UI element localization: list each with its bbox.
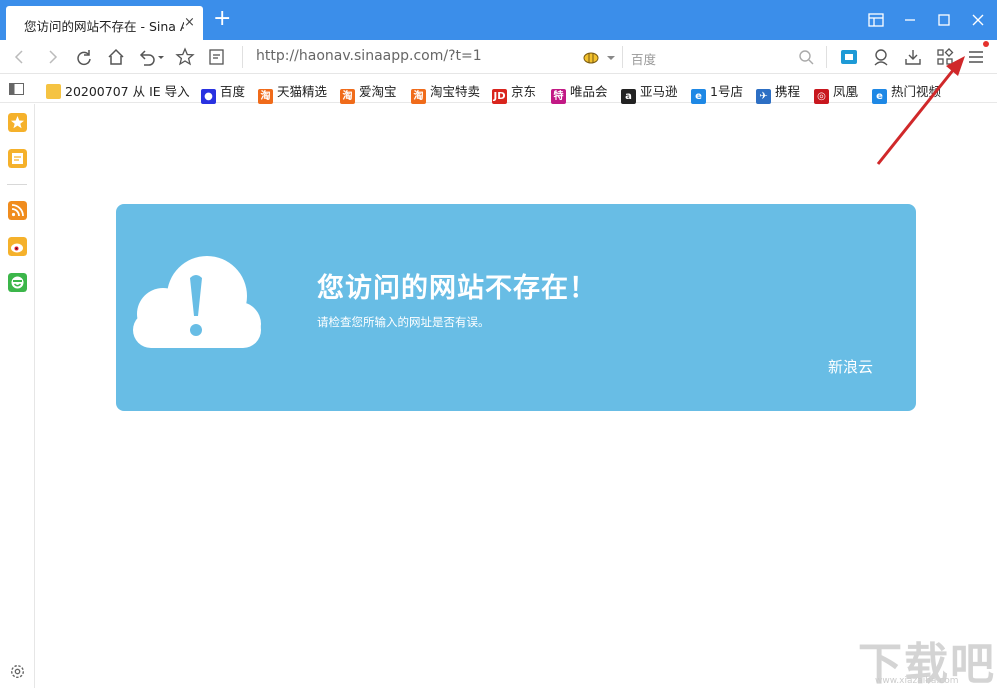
bookmark-item[interactable]: ● 百度 bbox=[201, 81, 246, 104]
bookmark-item[interactable]: 淘爱淘宝 bbox=[340, 81, 397, 104]
vip-icon: 特 bbox=[551, 89, 566, 104]
rss-icon[interactable] bbox=[8, 201, 27, 220]
tab-close-button[interactable]: × bbox=[184, 15, 195, 30]
annotation-arrow bbox=[876, 56, 965, 165]
divider bbox=[826, 46, 827, 68]
divider bbox=[242, 46, 243, 68]
tab-list-icon[interactable] bbox=[866, 10, 886, 30]
amazon-icon: a bbox=[621, 89, 636, 104]
maximize-icon[interactable] bbox=[934, 10, 954, 30]
bookmarks-bar: 20200707 从 IE 导入 ● 百度淘天猫精选淘爱淘宝淘淘宝特卖 JD 京东特唯品… bbox=[0, 75, 997, 104]
sidebar bbox=[0, 104, 35, 688]
baidu-icon: ● bbox=[201, 89, 216, 104]
ifeng-icon: ◎ bbox=[814, 89, 829, 104]
reader-icon[interactable] bbox=[207, 47, 227, 67]
bookmark-label: 亚马逊 bbox=[640, 84, 678, 99]
bookmark-label: 京东 bbox=[511, 84, 537, 99]
bookmark-label: 爱淘宝 bbox=[359, 84, 397, 99]
smiley-app-icon[interactable] bbox=[8, 273, 27, 292]
taobao-icon: 淘 bbox=[340, 89, 355, 104]
refresh-icon[interactable] bbox=[74, 47, 94, 67]
tab-title: 您访问的网站不存在 - Sina A bbox=[24, 19, 184, 34]
ctrip-icon: ✈ bbox=[756, 89, 771, 104]
bookmark-item[interactable]: 特唯品会 bbox=[551, 81, 608, 104]
error-subtitle: 请检查您所输入的网址是否有误。 bbox=[317, 315, 490, 329]
bookmark-item[interactable]: 淘淘宝特卖 bbox=[411, 81, 481, 104]
jd-icon: JD bbox=[492, 89, 507, 104]
bookmark-item[interactable]: a 亚马逊 bbox=[621, 81, 678, 104]
notes-icon[interactable] bbox=[8, 149, 27, 168]
bookmark-item[interactable]: 20200707 从 IE 导入 bbox=[46, 81, 190, 99]
search-input[interactable]: 百度 bbox=[631, 49, 656, 68]
bookmark-label: 唯品会 bbox=[570, 84, 608, 99]
bookmark-label: 淘宝特卖 bbox=[430, 84, 481, 99]
bookmark-item[interactable]: 淘天猫精选 bbox=[258, 81, 328, 104]
folder-icon bbox=[46, 84, 61, 99]
divider bbox=[622, 46, 623, 68]
address-bar[interactable]: http://haonav.sinaapp.com/?t=1 bbox=[256, 48, 482, 64]
bookmark-label: 1号店 bbox=[710, 84, 743, 99]
bee-icon[interactable] bbox=[580, 47, 602, 67]
close-window-icon[interactable] bbox=[968, 10, 988, 30]
ie-icon: e bbox=[691, 89, 706, 104]
bookmark-item[interactable]: e 1号店 bbox=[691, 81, 743, 104]
tab-bar: 您访问的网站不存在 - Sina A × + bbox=[0, 0, 997, 40]
taobao-icon: 淘 bbox=[411, 89, 426, 104]
bookmark-label: 天猫精选 bbox=[277, 84, 328, 99]
back-icon[interactable] bbox=[10, 47, 30, 67]
settings-icon[interactable] bbox=[8, 662, 27, 681]
tab-active[interactable]: 您访问的网站不存在 - Sina A × bbox=[6, 6, 203, 40]
bookmark-item[interactable]: JD 京东 bbox=[492, 81, 537, 104]
nav-bar: http://haonav.sinaapp.com/?t=1 百度 bbox=[0, 40, 997, 74]
divider bbox=[7, 184, 27, 185]
sidebar-toggle-icon[interactable] bbox=[9, 83, 24, 95]
home-icon[interactable] bbox=[106, 47, 126, 67]
bookmark-item[interactable]: ✈ 携程 bbox=[756, 81, 801, 104]
bookmark-label: 携程 bbox=[775, 84, 801, 99]
forward-icon[interactable] bbox=[42, 47, 62, 67]
favorites-icon[interactable] bbox=[8, 113, 27, 132]
bookmark-label: 20200707 从 IE 导入 bbox=[65, 84, 190, 99]
browser-window: 您访问的网站不存在 - Sina A × + http://haonav.sin… bbox=[0, 0, 997, 688]
watermark-url: www.xiazaiba.com bbox=[875, 676, 959, 686]
bookmark-label: 百度 bbox=[220, 84, 246, 99]
weibo-icon[interactable] bbox=[8, 237, 27, 256]
brand-text: 新浪云 bbox=[828, 358, 874, 376]
extension-icon[interactable] bbox=[839, 47, 859, 67]
minimize-icon[interactable] bbox=[900, 10, 920, 30]
star-icon[interactable] bbox=[175, 47, 195, 67]
bookmark-label: 凤凰 bbox=[833, 84, 859, 99]
search-icon[interactable] bbox=[796, 47, 816, 67]
error-card: 您访问的网站不存在！ 请检查您所输入的网址是否有误。 新浪云 bbox=[116, 204, 916, 411]
dropdown-arrow-icon[interactable] bbox=[606, 47, 616, 67]
undo-close-icon[interactable] bbox=[136, 47, 166, 67]
notification-dot bbox=[983, 41, 989, 47]
bookmark-item[interactable]: ◎ 凤凰 bbox=[814, 81, 859, 104]
taobao-icon: 淘 bbox=[258, 89, 273, 104]
cloud-warning-icon bbox=[133, 256, 261, 348]
new-tab-button[interactable]: + bbox=[213, 8, 231, 30]
error-title: 您访问的网站不存在！ bbox=[317, 273, 597, 304]
